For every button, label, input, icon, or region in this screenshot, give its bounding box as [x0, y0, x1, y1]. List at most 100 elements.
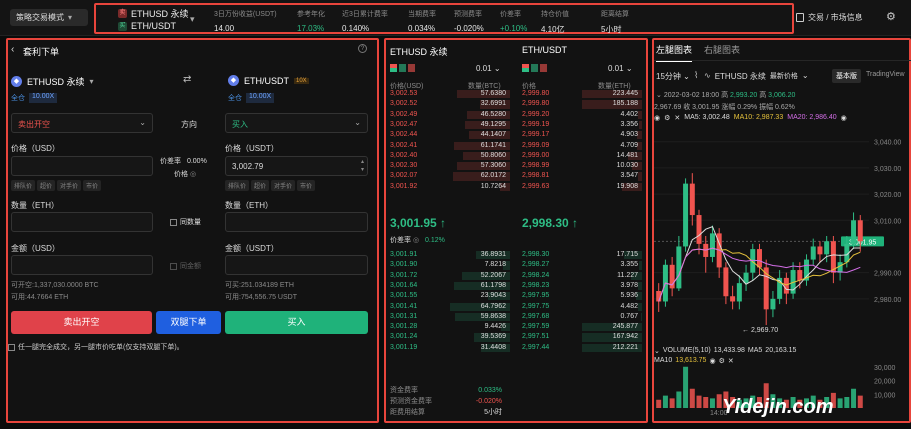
pair2-name: ETH/USDT: [131, 21, 176, 31]
price-chip[interactable]: 超价: [37, 180, 56, 191]
orderbook-row[interactable]: 2,999.20 4.402: [520, 110, 642, 120]
orderbook-row[interactable]: 2,997.51 167.942: [520, 332, 642, 342]
orderbook-row[interactable]: 3,002.07 62.0172: [388, 171, 510, 181]
price-chip[interactable]: 对手价: [271, 180, 296, 191]
stat-label: 预测费率: [454, 11, 482, 18]
orderbook-row[interactable]: 3,002.49 46.5280: [388, 110, 510, 120]
same-qty-checkbox[interactable]: 同数量: [170, 217, 201, 227]
bids-only-icon: [399, 64, 406, 72]
price-chip[interactable]: 市价: [297, 180, 316, 191]
indicator-icon[interactable]: ⌇: [694, 70, 698, 81]
orderbook-row[interactable]: 3,002.40 50.8060: [388, 151, 510, 161]
back-arrow-icon[interactable]: ‹: [11, 44, 14, 55]
right-leg-header[interactable]: ◆ ETH/USDT 10X: [228, 75, 309, 86]
orderbook-row[interactable]: 2,998.24 11.227: [520, 271, 642, 281]
ob-left-step[interactable]: 0.01 ⌄: [476, 64, 501, 73]
price-chip[interactable]: 市价: [83, 180, 102, 191]
left-leg-header[interactable]: ◆ ETHUSD 永续 ▾: [11, 75, 94, 88]
chart-symbol-select[interactable]: ∿ ETHUSD 永续 最新价格 ⌄: [704, 71, 809, 82]
candle-body: [857, 220, 863, 242]
orderbook-row[interactable]: 2,997.59 245.877: [520, 322, 642, 332]
orderbook-row[interactable]: 3,001.91 36.8931: [388, 250, 510, 260]
stat-label: 持仓价值: [541, 11, 569, 18]
left-amt-input[interactable]: [11, 255, 153, 275]
same-amt-checkbox[interactable]: 同金额: [170, 261, 201, 271]
orderbook-row[interactable]: 3,001.31 59.8638: [388, 312, 510, 322]
interval-select[interactable]: 15分钟 ⌄: [656, 71, 690, 82]
orderbook-row[interactable]: 2,999.09 4.709: [520, 141, 642, 151]
orderbook-row[interactable]: 2,998.30 17.715: [520, 250, 642, 260]
ob-left-view-toggle[interactable]: [390, 64, 415, 72]
help-icon[interactable]: ?: [358, 44, 367, 53]
left-direction-select[interactable]: 卖出开空 ⌄: [11, 113, 153, 133]
left-price-input[interactable]: [11, 156, 153, 176]
ob-qty: 4.709: [620, 141, 638, 149]
orderbook-row[interactable]: 3,001.64 61.1798: [388, 281, 510, 291]
eye-icon[interactable]: ◉: [654, 114, 660, 122]
orderbook-row[interactable]: 3,001.28 9.4426: [388, 322, 510, 332]
orderbook-row[interactable]: 3,002.52 32.6991: [388, 99, 510, 109]
swap-icon[interactable]: ⇄: [183, 74, 191, 85]
sell-open-short-button[interactable]: 卖出开空: [11, 311, 152, 334]
view-tradingview-button[interactable]: TradingView: [866, 71, 905, 78]
orderbook-row[interactable]: 3,001.72 52.2067: [388, 271, 510, 281]
price-chip[interactable]: 排队价: [225, 180, 250, 191]
orderbook-row[interactable]: 2,999.19 3.356: [520, 120, 642, 130]
ob-right-view-toggle[interactable]: [522, 64, 547, 72]
orderbook-row[interactable]: 3,002.53 57.6380: [388, 89, 510, 99]
ob-price: 2,997.59: [522, 323, 550, 331]
orderbook-row[interactable]: 3,001.19 31.4408: [388, 343, 510, 353]
right-price-input[interactable]: 3,002.79 ▴ ▾: [225, 156, 368, 176]
mode-selector[interactable]: 策略交易模式 ▾: [10, 9, 88, 26]
tab-right-chart[interactable]: 右腿图表: [704, 43, 740, 56]
orderbook-row[interactable]: 3,001.92 10.7264: [388, 182, 510, 192]
orderbook-row[interactable]: 2,999.63 19.908: [520, 182, 642, 192]
both-legs-order-button[interactable]: 双腿下单: [156, 311, 221, 334]
orderbook-row[interactable]: 2,997.75 4.482: [520, 302, 642, 312]
orderbook-row[interactable]: 2,997.68 0.767: [520, 312, 642, 322]
orderbook-row[interactable]: 2,997.95 5.936: [520, 291, 642, 301]
gear-icon[interactable]: ⚙: [886, 10, 896, 23]
price-chip[interactable]: 超价: [251, 180, 270, 191]
eye-icon[interactable]: ◉: [841, 114, 847, 122]
right-direction-select[interactable]: 买入 ⌄: [225, 113, 368, 133]
orderbook-row[interactable]: 3,001.24 39.5369: [388, 332, 510, 342]
orderbook-row[interactable]: 3,001.90 7.8218: [388, 260, 510, 270]
orderbook-row[interactable]: 3,002.41 61.1741: [388, 141, 510, 151]
price-chip[interactable]: 对手价: [57, 180, 82, 191]
orderbook-row[interactable]: 2,998.99 10.030: [520, 161, 642, 171]
orderbook-row[interactable]: 3,002.47 49.1295: [388, 120, 510, 130]
close-icon[interactable]: ✕: [674, 114, 680, 122]
candlestick-chart[interactable]: 3,040.003,030.003,020.003,010.003,001.95…: [654, 126, 911, 346]
auto-market-checkbox[interactable]: 任一腿完全成交，另一腿市价吃单(仅支持双腿下单)。: [8, 342, 184, 352]
orderbook-row[interactable]: 2,999.17 4.903: [520, 130, 642, 140]
right-amt-input[interactable]: [225, 255, 368, 275]
ob-price: 3,002.44: [390, 131, 418, 139]
orderbook-row[interactable]: 2,999.80 185.188: [520, 99, 642, 109]
orderbook-row[interactable]: 2,998.23 3.978: [520, 281, 642, 291]
orderbook-row[interactable]: 3,001.41 64.7962: [388, 302, 510, 312]
orderbook-row[interactable]: 2,998.27 3.355: [520, 260, 642, 270]
orderbook-row[interactable]: 3,001.55 23.9043: [388, 291, 510, 301]
ob-qty: 7.8218: [484, 261, 506, 269]
volume-bar: [857, 395, 863, 408]
stepper-icon[interactable]: ▴ ▾: [361, 158, 364, 174]
gear-icon[interactable]: ⚙: [664, 114, 670, 122]
right-leverage[interactable]: 全仓 10.00X: [228, 93, 275, 103]
orderbook-row[interactable]: 2,998.81 3.547: [520, 171, 642, 181]
ob-right-step[interactable]: 0.01 ⌄: [608, 64, 633, 73]
pair-selector[interactable]: 卖 ETHUSD 永续 买 ETH/USDT: [118, 7, 189, 32]
orderbook-row[interactable]: 2,999.80 223.445: [520, 89, 642, 99]
view-basic-button[interactable]: 基本版: [832, 69, 861, 83]
orderbook-row[interactable]: 2,997.44 212.221: [520, 343, 642, 353]
buy-button[interactable]: 买入: [225, 311, 368, 334]
market-info-link[interactable]: 交易 / 市场信息: [796, 12, 863, 23]
price-chip[interactable]: 排队价: [11, 180, 36, 191]
orderbook-row[interactable]: 2,999.00 14.481: [520, 151, 642, 161]
left-qty-input[interactable]: [11, 212, 153, 232]
chevron-down-icon[interactable]: ▾: [190, 14, 195, 25]
orderbook-row[interactable]: 3,002.44 44.1407: [388, 130, 510, 140]
right-qty-input[interactable]: [225, 212, 368, 232]
left-leverage[interactable]: 全仓 10.00X: [11, 93, 58, 103]
orderbook-row[interactable]: 3,002.30 57.3060: [388, 161, 510, 171]
